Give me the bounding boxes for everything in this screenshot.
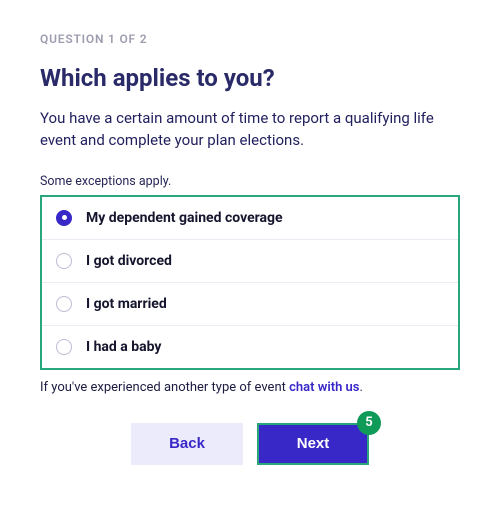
radio-icon — [56, 210, 72, 226]
options-list: My dependent gained coverage I got divor… — [40, 195, 460, 370]
footnote-prefix: If you've experienced another type of ev… — [40, 380, 289, 395]
radio-icon — [56, 339, 72, 355]
option-had-a-baby[interactable]: I had a baby — [42, 326, 458, 368]
option-label: I got married — [86, 296, 167, 312]
page-description: You have a certain amount of time to rep… — [40, 108, 460, 152]
footnote-suffix: . — [360, 380, 363, 395]
footnote: If you've experienced another type of ev… — [40, 380, 460, 395]
step-badge: 5 — [357, 411, 381, 435]
next-button[interactable]: Next — [257, 423, 369, 465]
radio-icon — [56, 253, 72, 269]
option-label: I had a baby — [86, 339, 161, 355]
exceptions-hint: Some exceptions apply. — [40, 174, 460, 189]
option-dependent-gained-coverage[interactable]: My dependent gained coverage — [42, 197, 458, 240]
option-label: I got divorced — [86, 253, 172, 269]
option-label: My dependent gained coverage — [86, 210, 283, 226]
option-got-divorced[interactable]: I got divorced — [42, 240, 458, 283]
chat-with-us-link[interactable]: chat with us — [289, 380, 359, 395]
radio-icon — [56, 296, 72, 312]
option-got-married[interactable]: I got married — [42, 283, 458, 326]
back-button[interactable]: Back — [131, 423, 243, 465]
page-heading: Which applies to you? — [40, 64, 460, 92]
next-button-wrap: Next 5 — [257, 423, 369, 465]
button-row: Back Next 5 — [40, 423, 460, 465]
step-indicator: QUESTION 1 OF 2 — [40, 32, 460, 46]
